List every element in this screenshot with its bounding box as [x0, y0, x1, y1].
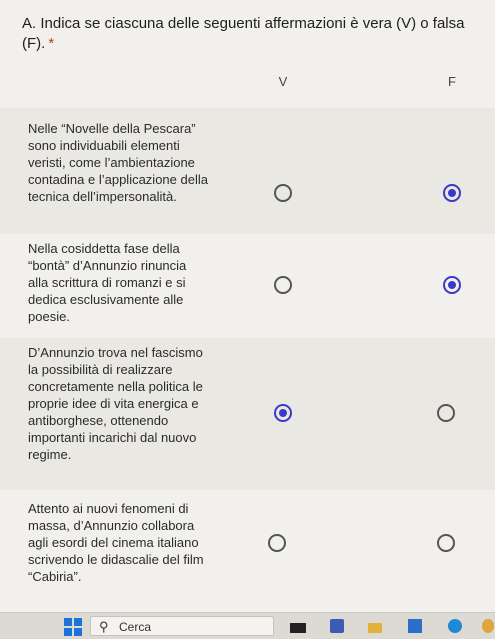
- windows-start-icon[interactable]: [64, 618, 82, 636]
- column-header-f: F: [448, 74, 456, 89]
- question-title: A. Indica se ciascuna delle seguenti aff…: [22, 14, 492, 54]
- column-header-v: V: [278, 74, 288, 89]
- radio-row3-v[interactable]: [274, 404, 292, 422]
- file-explorer-icon[interactable]: [368, 623, 382, 633]
- statement-text-4: Attento ai nuovi fenomeni di massa, d’An…: [28, 501, 204, 584]
- statement-text-2: Nella cosiddetta fase della “bontà” d’An…: [28, 241, 187, 324]
- radio-row4-f[interactable]: [437, 534, 455, 552]
- statement-row-4: Attento ai nuovi fenomeni di massa, d’An…: [0, 490, 495, 600]
- required-mark: *: [48, 35, 55, 52]
- radio-row3-f[interactable]: [437, 404, 455, 422]
- taskbar-search-box[interactable]: ⚲ Cerca: [90, 616, 274, 636]
- store-icon[interactable]: [408, 619, 422, 633]
- search-label: Cerca: [119, 620, 152, 634]
- radio-row4-v[interactable]: [268, 534, 286, 552]
- chrome-icon[interactable]: [482, 619, 494, 633]
- search-icon: ⚲: [99, 619, 109, 634]
- statement-row-3: D’Annunzio trova nel fascismo la possibi…: [0, 338, 495, 490]
- statement-text-3: D’Annunzio trova nel fascismo la possibi…: [28, 345, 203, 462]
- radio-row1-v[interactable]: [274, 184, 292, 202]
- radio-row2-f[interactable]: [443, 276, 461, 294]
- taskbar: ⚲ Cerca: [0, 612, 495, 639]
- statement-row-2: Nella cosiddetta fase della “bontà” d’An…: [0, 234, 495, 338]
- statement-row-1: Nelle “Novelle della Pescara” sono indiv…: [0, 108, 495, 234]
- teams-icon[interactable]: [330, 619, 344, 633]
- radio-row1-f[interactable]: [443, 184, 461, 202]
- statement-text-1: Nelle “Novelle della Pescara” sono indiv…: [28, 121, 208, 204]
- edge-icon[interactable]: [448, 619, 462, 633]
- radio-row2-v[interactable]: [274, 276, 292, 294]
- task-view-icon[interactable]: [290, 623, 306, 633]
- question-text: A. Indica se ciascuna delle seguenti aff…: [22, 15, 465, 52]
